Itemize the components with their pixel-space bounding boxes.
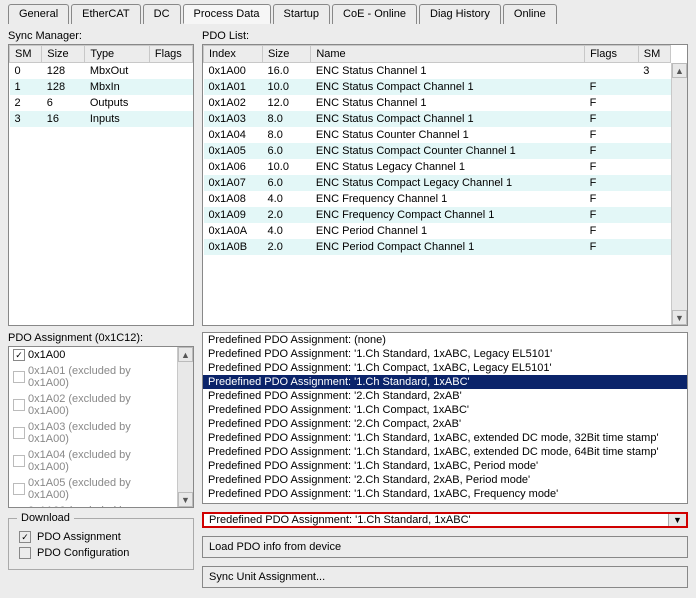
- table-row[interactable]: 0x1A0016.0ENC Status Channel 13: [204, 63, 671, 80]
- pdo-assignment-item[interactable]: ✓0x1A00: [9, 347, 177, 363]
- predefined-assignment-listbox[interactable]: Predefined PDO Assignment: (none)Predefi…: [202, 332, 688, 504]
- table-row[interactable]: 0x1A056.0ENC Status Compact Counter Chan…: [204, 143, 671, 159]
- chevron-down-icon[interactable]: ▼: [668, 514, 686, 527]
- column-header[interactable]: Type: [85, 46, 150, 63]
- dropdown-value: Predefined PDO Assignment: '1.Ch Standar…: [209, 514, 668, 526]
- pdo-assignment-box[interactable]: ✓0x1A000x1A01 (excluded by 0x1A00)0x1A02…: [8, 346, 194, 508]
- checkbox-icon: [13, 483, 25, 495]
- table-row[interactable]: 0x1A076.0ENC Status Compact Legacy Chann…: [204, 175, 671, 191]
- scroll-down-icon[interactable]: ▼: [178, 492, 193, 507]
- predefined-assignment-option[interactable]: Predefined PDO Assignment: '1.Ch Standar…: [203, 445, 687, 459]
- column-header[interactable]: Size: [42, 46, 85, 63]
- pdo-assignment-label: PDO Assignment (0x1C12):: [8, 332, 194, 344]
- predefined-assignment-option[interactable]: Predefined PDO Assignment: '1.Ch Standar…: [203, 487, 687, 501]
- download-pdo-assignment-checkbox[interactable]: ✓ PDO Assignment: [19, 531, 183, 543]
- checkbox-icon: [13, 371, 25, 383]
- predefined-assignment-option[interactable]: Predefined PDO Assignment: '1.Ch Standar…: [203, 375, 687, 389]
- table-row[interactable]: 0128MbxOut: [10, 63, 193, 80]
- tab-process-data[interactable]: Process Data: [183, 4, 271, 24]
- download-group: Download ✓ PDO Assignment PDO Configurat…: [8, 518, 194, 570]
- column-header[interactable]: Name: [311, 46, 585, 63]
- table-row[interactable]: 0x1A0A4.0ENC Period Channel 1F: [204, 223, 671, 239]
- table-row[interactable]: 0x1A0B2.0ENC Period Compact Channel 1F: [204, 239, 671, 255]
- column-header[interactable]: Size: [263, 46, 311, 63]
- checkbox-icon: ✓: [13, 349, 25, 361]
- table-row[interactable]: 0x1A0212.0ENC Status Channel 1F: [204, 95, 671, 111]
- table-row[interactable]: 1128MbxIn: [10, 79, 193, 95]
- pdo-assignment-item: 0x1A05 (excluded by 0x1A00): [9, 475, 177, 503]
- checkbox-icon: [13, 399, 25, 411]
- predefined-assignment-option[interactable]: Predefined PDO Assignment: '2.Ch Compact…: [203, 417, 687, 431]
- tab-diag-history[interactable]: Diag History: [419, 4, 501, 24]
- table-row[interactable]: 0x1A048.0ENC Status Counter Channel 1F: [204, 127, 671, 143]
- predefined-assignment-option[interactable]: Predefined PDO Assignment: '1.Ch Compact…: [203, 403, 687, 417]
- pdo-assignment-item: 0x1A06 (excluded by 0x1A00): [9, 503, 177, 507]
- scroll-down-icon[interactable]: ▼: [672, 310, 687, 325]
- predefined-assignment-option[interactable]: Predefined PDO Assignment: '2.Ch Standar…: [203, 389, 687, 403]
- column-header[interactable]: Flags: [585, 46, 639, 63]
- predefined-assignment-option[interactable]: Predefined PDO Assignment: '1.Ch Standar…: [203, 459, 687, 473]
- tab-dc[interactable]: DC: [143, 4, 181, 24]
- checkbox-icon: [13, 427, 25, 439]
- pdo-assignment-item: 0x1A02 (excluded by 0x1A00): [9, 391, 177, 419]
- download-pdo-configuration-checkbox[interactable]: PDO Configuration: [19, 547, 183, 559]
- table-row[interactable]: 0x1A084.0ENC Frequency Channel 1F: [204, 191, 671, 207]
- load-pdo-info-button[interactable]: Load PDO info from device: [202, 536, 688, 558]
- predefined-assignment-option[interactable]: Predefined PDO Assignment: '2.Ch Standar…: [203, 473, 687, 487]
- table-row[interactable]: 0x1A0610.0ENC Status Legacy Channel 1F: [204, 159, 671, 175]
- tab-general[interactable]: General: [8, 4, 69, 24]
- tab-startup[interactable]: Startup: [273, 4, 330, 24]
- sync-unit-assignment-button[interactable]: Sync Unit Assignment...: [202, 566, 688, 588]
- predefined-assignment-dropdown[interactable]: Predefined PDO Assignment: '1.Ch Standar…: [202, 512, 688, 529]
- column-header[interactable]: Flags: [149, 46, 192, 63]
- scrollbar[interactable]: ▲ ▼: [177, 347, 193, 507]
- tab-ethercat[interactable]: EtherCAT: [71, 4, 140, 24]
- scroll-up-icon[interactable]: ▲: [672, 63, 687, 78]
- column-header[interactable]: SM: [10, 46, 42, 63]
- pdo-assignment-item: 0x1A04 (excluded by 0x1A00): [9, 447, 177, 475]
- tab-online[interactable]: Online: [503, 4, 557, 24]
- predefined-assignment-option[interactable]: Predefined PDO Assignment: '2.Ch Standar…: [203, 501, 687, 504]
- predefined-assignment-option[interactable]: Predefined PDO Assignment: (none): [203, 333, 687, 347]
- table-row[interactable]: 316Inputs: [10, 111, 193, 127]
- predefined-assignment-option[interactable]: Predefined PDO Assignment: '1.Ch Standar…: [203, 431, 687, 445]
- pdo-assignment-item: 0x1A01 (excluded by 0x1A00): [9, 363, 177, 391]
- pdo-list-table[interactable]: IndexSizeNameFlagsSM0x1A0016.0ENC Status…: [202, 44, 688, 326]
- checkbox-icon: [13, 455, 25, 467]
- process-data-panel: Sync Manager: SMSizeTypeFlags0128MbxOut1…: [0, 24, 696, 594]
- column-header[interactable]: SM: [638, 46, 670, 63]
- column-header[interactable]: Index: [204, 46, 263, 63]
- sync-manager-table[interactable]: SMSizeTypeFlags0128MbxOut1128MbxIn26Outp…: [8, 44, 194, 326]
- predefined-assignment-option[interactable]: Predefined PDO Assignment: '1.Ch Standar…: [203, 347, 687, 361]
- table-row[interactable]: 26Outputs: [10, 95, 193, 111]
- table-row[interactable]: 0x1A0110.0ENC Status Compact Channel 1F: [204, 79, 671, 95]
- table-row[interactable]: 0x1A092.0ENC Frequency Compact Channel 1…: [204, 207, 671, 223]
- sync-manager-label: Sync Manager:: [8, 30, 194, 42]
- download-legend: Download: [17, 512, 74, 524]
- tab-coe-online[interactable]: CoE - Online: [332, 4, 417, 24]
- scrollbar[interactable]: ▲ ▼: [671, 63, 687, 325]
- tab-bar: GeneralEtherCATDCProcess DataStartupCoE …: [0, 0, 696, 24]
- predefined-assignment-option[interactable]: Predefined PDO Assignment: '1.Ch Compact…: [203, 361, 687, 375]
- scroll-up-icon[interactable]: ▲: [178, 347, 193, 362]
- table-row[interactable]: 0x1A038.0ENC Status Compact Channel 1F: [204, 111, 671, 127]
- pdo-assignment-item: 0x1A03 (excluded by 0x1A00): [9, 419, 177, 447]
- pdo-list-label: PDO List:: [202, 30, 688, 42]
